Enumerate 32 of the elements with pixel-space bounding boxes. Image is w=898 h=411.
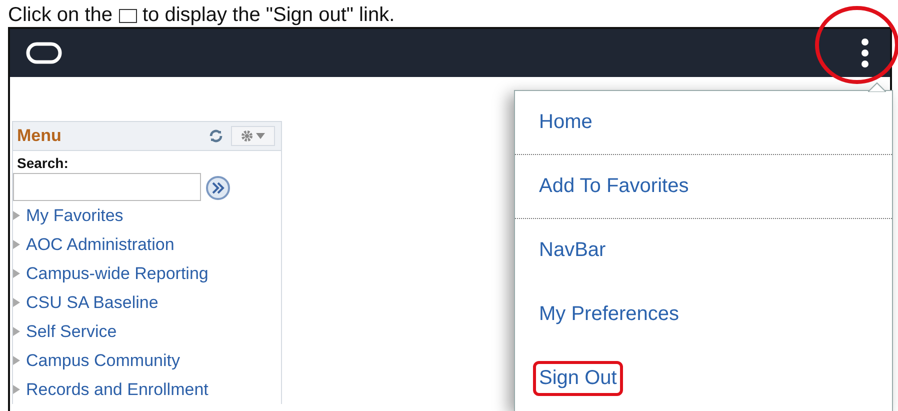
menu-title: Menu [17,126,62,146]
logo-icon[interactable] [26,42,62,64]
expand-arrow-icon[interactable] [13,269,20,278]
menu-icon [118,9,136,23]
menu-item[interactable]: Records and Enrollment [26,380,208,400]
menu-item[interactable]: Campus Community [26,350,180,370]
menu-item[interactable]: AOC Administration [26,234,174,254]
expand-arrow-icon[interactable] [13,211,20,220]
settings-dropdown[interactable] [231,126,275,146]
dropdown-item[interactable]: My Preferences [533,297,686,332]
caret-icon [256,133,265,139]
instruction-text: Click on the [8,3,112,27]
dropdown-item[interactable]: Home [533,105,598,140]
expand-arrow-icon[interactable] [13,327,20,336]
expand-arrow-icon[interactable] [13,240,20,249]
gear-icon [241,130,253,142]
search-field[interactable] [13,173,201,201]
search-go-button[interactable] [205,175,231,201]
instruction-text: to display the "Sign out" link. [142,3,395,27]
expand-arrow-icon[interactable] [13,298,20,307]
refresh-icon[interactable] [209,129,223,143]
menu-item[interactable]: Campus-wide Reporting [26,264,208,284]
more-options-icon[interactable] [860,38,870,68]
menu-item[interactable]: CSU SA Baseline [26,292,158,312]
dropdown-item[interactable]: NavBar [533,233,612,268]
menu-item[interactable]: Self Service [26,322,117,342]
expand-arrow-icon[interactable] [13,356,20,365]
expand-arrow-icon[interactable] [13,385,20,394]
menu-item[interactable]: My Favorites [26,206,124,226]
dropdown-item[interactable]: Sign Out [533,361,623,396]
search-label: Search: [16,154,70,173]
dropdown-item[interactable]: Add To Favorites [533,169,695,204]
